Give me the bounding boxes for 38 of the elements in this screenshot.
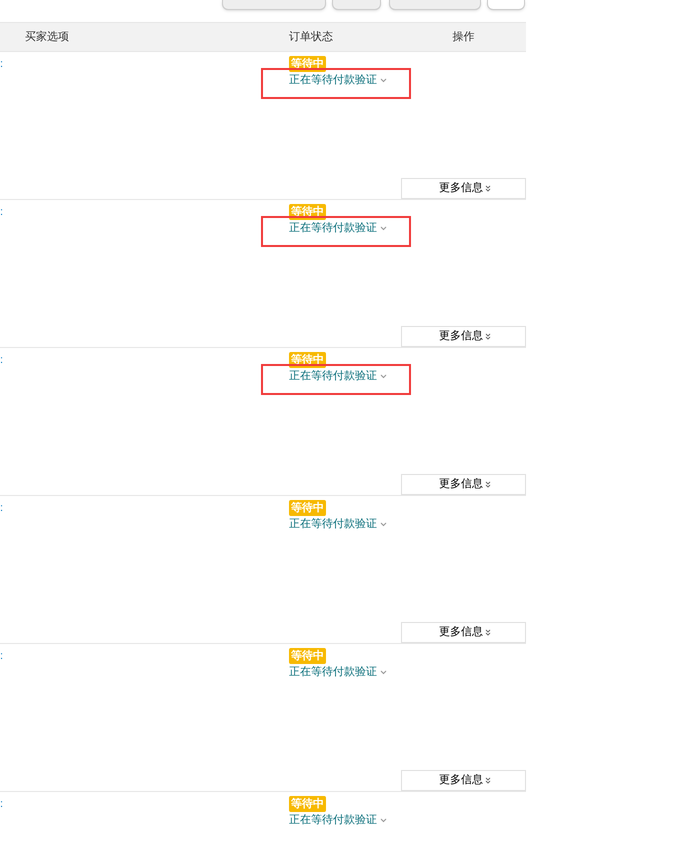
status-badge: 等待中 bbox=[289, 648, 326, 664]
caret-icon bbox=[380, 818, 387, 822]
status-dropdown[interactable]: 正在等待付款验证 bbox=[289, 368, 387, 384]
more-info-button[interactable]: 更多信息 bbox=[401, 474, 526, 495]
status-dropdown[interactable]: 正在等待付款验证 bbox=[289, 72, 387, 88]
more-info-button[interactable]: 更多信息 bbox=[401, 326, 526, 347]
status-dropdown[interactable]: 正在等待付款验证 bbox=[289, 220, 387, 236]
double-chevron-icon bbox=[485, 481, 491, 488]
toolbar-button[interactable] bbox=[487, 0, 525, 10]
toolbar-button[interactable] bbox=[389, 0, 481, 10]
table-cell-text: : bbox=[0, 57, 4, 72]
table-cell-text: : bbox=[0, 205, 4, 220]
caret-icon bbox=[380, 374, 387, 378]
column-header: 操作 bbox=[452, 30, 476, 45]
double-chevron-icon bbox=[485, 333, 491, 340]
toolbar-button[interactable] bbox=[222, 0, 326, 10]
table-cell-text: : bbox=[0, 353, 4, 368]
more-info-button[interactable]: 更多信息 bbox=[401, 770, 526, 791]
status-dropdown[interactable]: 正在等待付款验证 bbox=[289, 516, 387, 532]
status-badge: 等待中 bbox=[289, 500, 326, 516]
table-cell-text: : bbox=[0, 649, 4, 664]
more-info-button[interactable]: 更多信息 bbox=[401, 178, 526, 199]
column-header: 买家选项 bbox=[25, 30, 70, 45]
column-header: 订单状态 bbox=[289, 30, 334, 45]
caret-icon bbox=[380, 78, 387, 82]
caret-icon bbox=[380, 522, 387, 526]
status-dropdown[interactable]: 正在等待付款验证 bbox=[289, 664, 387, 680]
caret-icon bbox=[380, 226, 387, 230]
table-cell-text: : bbox=[0, 501, 4, 516]
status-dropdown[interactable]: 正在等待付款验证 bbox=[289, 812, 387, 828]
toolbar-button[interactable] bbox=[332, 0, 381, 10]
double-chevron-icon bbox=[485, 777, 491, 784]
caret-icon bbox=[380, 670, 387, 674]
table-cell-text: : bbox=[0, 797, 4, 812]
double-chevron-icon bbox=[485, 185, 491, 192]
more-info-button[interactable]: 更多信息 bbox=[401, 622, 526, 643]
status-badge: 等待中 bbox=[289, 796, 326, 812]
double-chevron-icon bbox=[485, 629, 491, 636]
